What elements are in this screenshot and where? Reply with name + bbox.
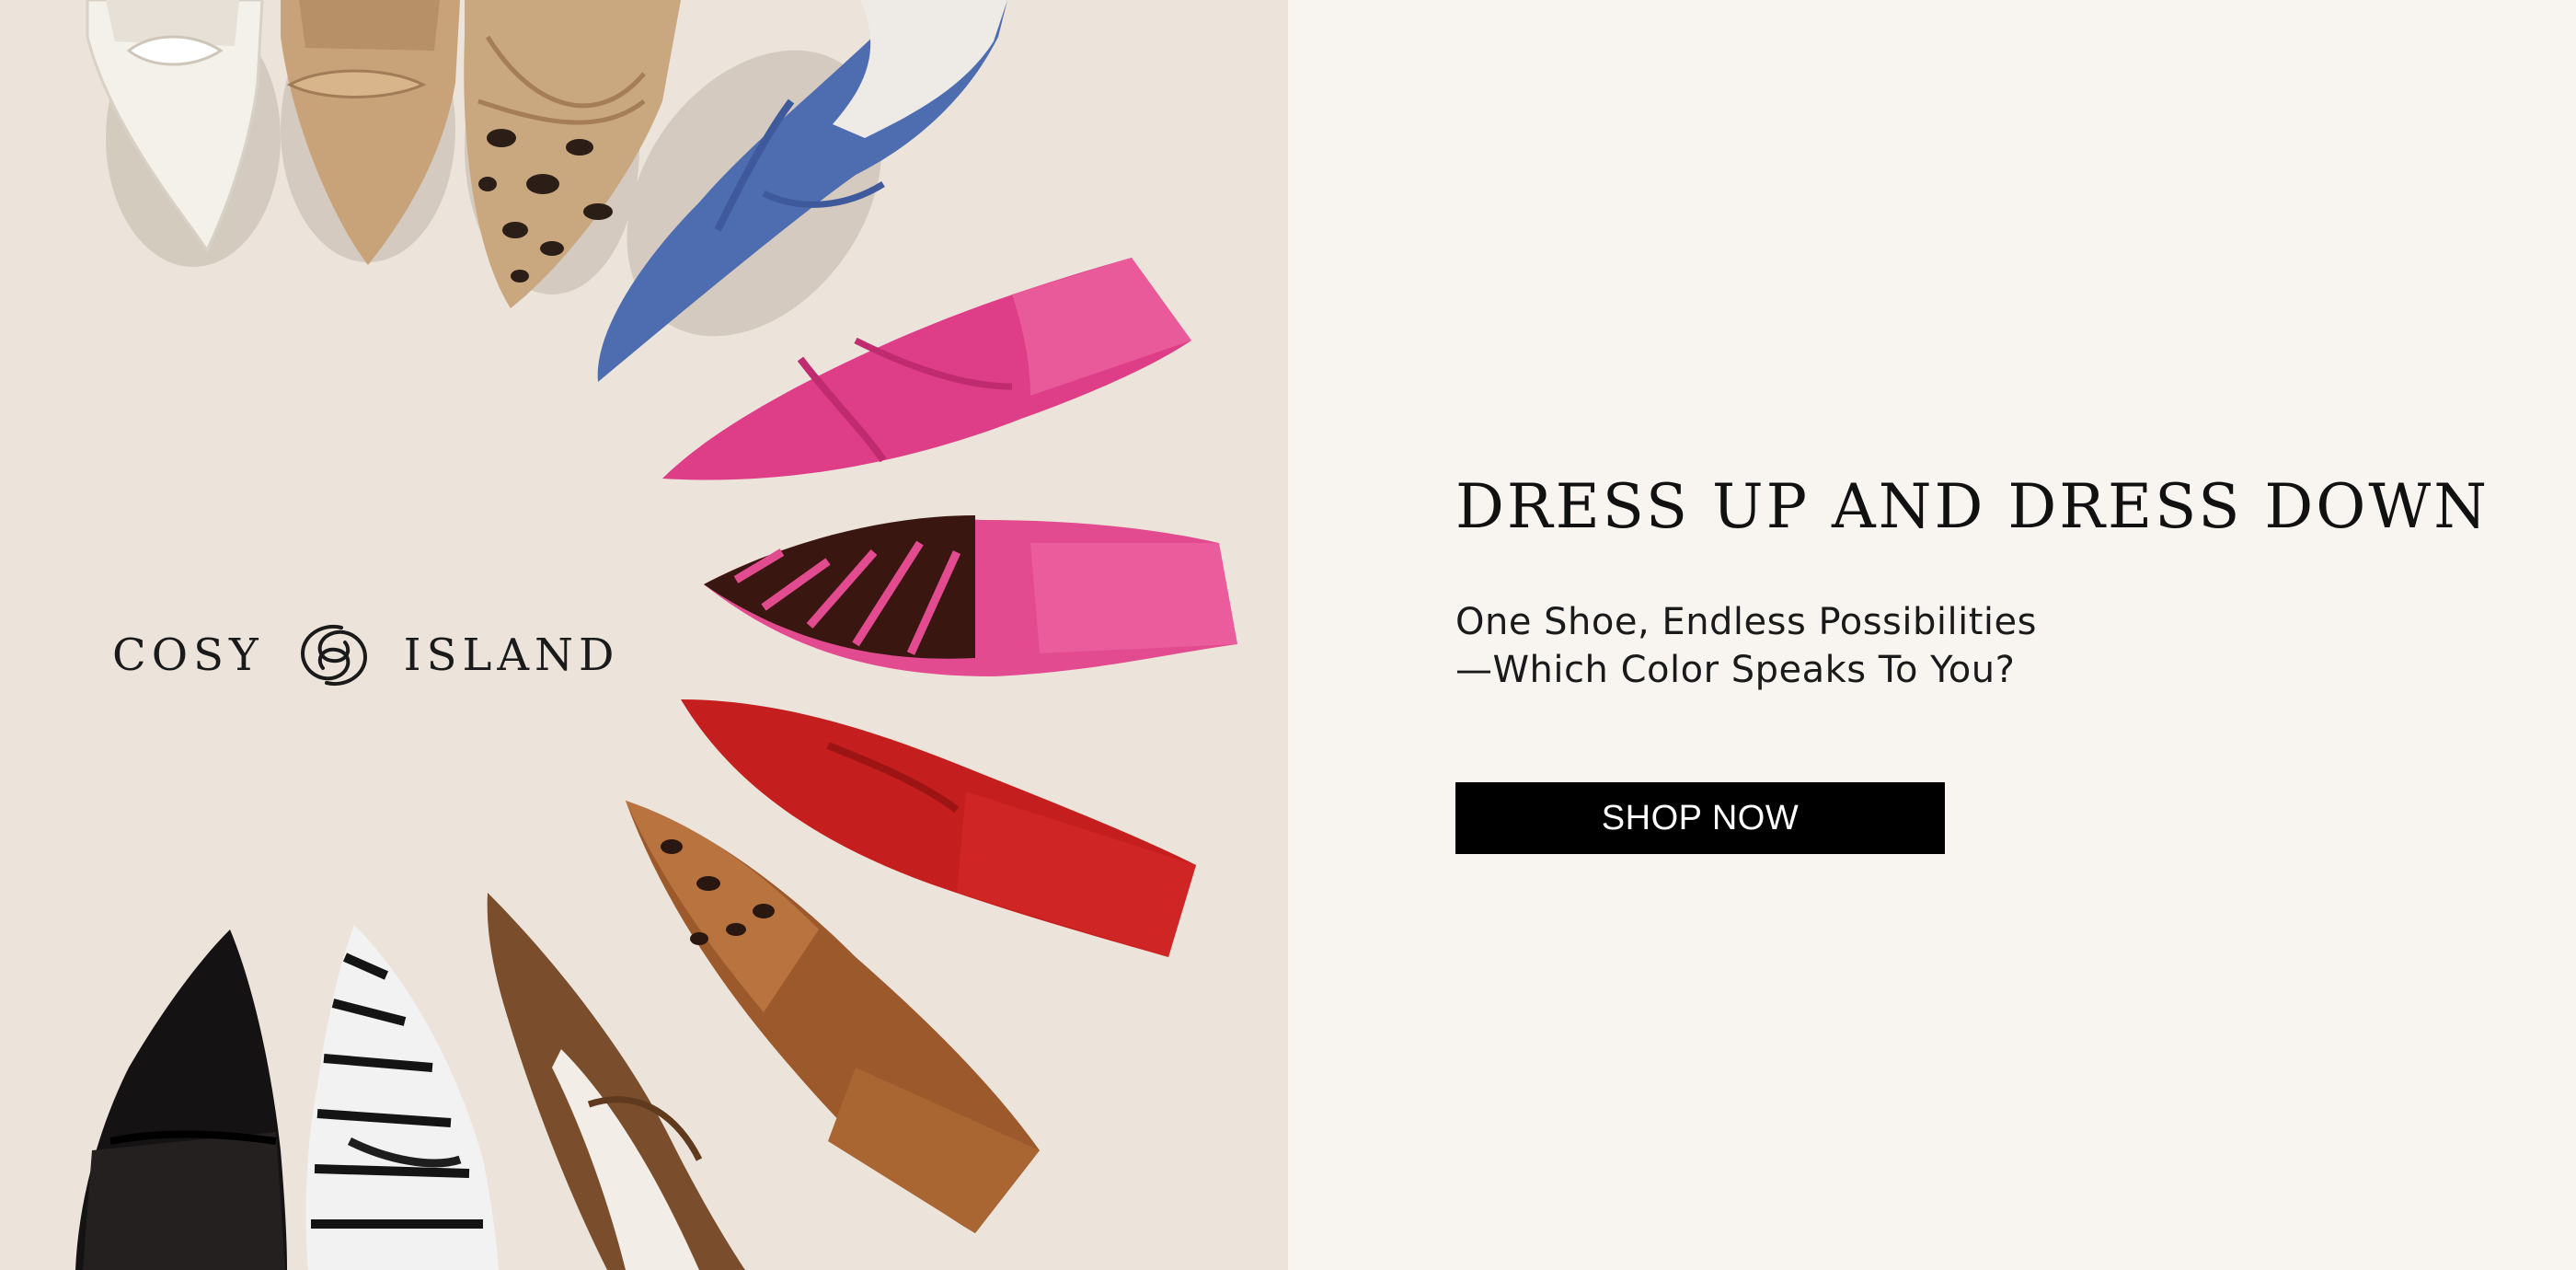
promo-banner: COSY ISLAND DRESS UP AND DRESS DOWN One … — [0, 0, 2576, 1270]
zebra-shoe — [305, 925, 499, 1270]
black-shoe — [75, 929, 287, 1270]
brand-logo: COSY ISLAND — [112, 618, 620, 692]
subheadline-line-1: One Shoe, Endless Possibilities — [1455, 601, 2037, 643]
shop-now-button[interactable]: SHOP NOW — [1455, 782, 1945, 854]
brand-monogram-icon — [300, 624, 367, 687]
promo-text-panel: DRESS UP AND DRESS DOWN One Shoe, Endles… — [1288, 0, 2576, 1270]
brand-name-left: COSY — [112, 629, 264, 681]
pink-zebra-shoe — [704, 515, 1237, 676]
brand-name-right: ISLAND — [403, 629, 620, 681]
tan-shoe — [281, 0, 460, 265]
subheadline-line-2: —Which Color Speaks To You? — [1455, 649, 2016, 691]
headline: DRESS UP AND DRESS DOWN — [1455, 471, 2490, 542]
product-photo: COSY ISLAND — [0, 0, 1288, 1270]
subheadline: One Shoe, Endless Possibilities —Which C… — [1455, 598, 2037, 694]
